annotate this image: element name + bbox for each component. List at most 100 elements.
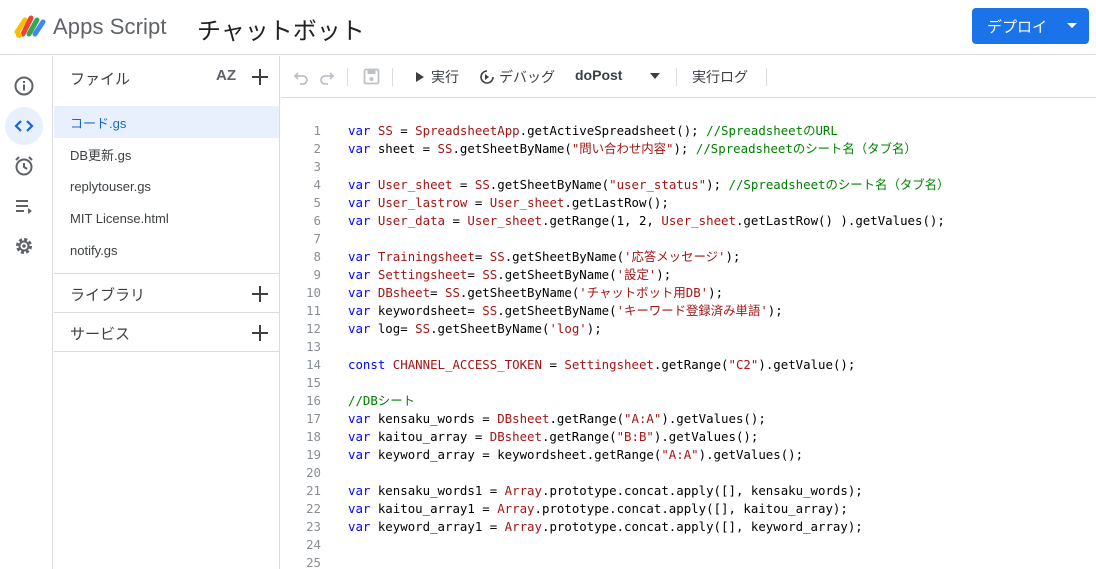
code-text[interactable]: var User_lastrow = User_sheet.getLastRow… bbox=[348, 194, 669, 212]
code-line[interactable]: 9 var Settingsheet= SS.getSheetByName('設定… bbox=[281, 266, 1096, 284]
code-line[interactable]: 12 var log= SS.getSheetByName('log'); bbox=[281, 320, 1096, 338]
line-number: 15 bbox=[306, 375, 321, 390]
run-label: 実行 bbox=[431, 69, 459, 85]
line-number: 9 bbox=[313, 267, 321, 282]
code-line[interactable]: 11 var keywordsheet= SS.getSheetByName('キ… bbox=[281, 302, 1096, 320]
code-line[interactable]: 20 bbox=[281, 464, 1096, 482]
code-text[interactable]: var kaitou_array1 = Array.prototype.conc… bbox=[348, 500, 848, 518]
code-text[interactable]: var kensaku_words1 = Array.prototype.con… bbox=[348, 482, 863, 500]
line-number: 12 bbox=[306, 321, 321, 336]
redo-icon[interactable] bbox=[319, 69, 335, 85]
line-number: 7 bbox=[313, 231, 321, 246]
code-line[interactable]: 22 var kaitou_array1 = Array.prototype.co… bbox=[281, 500, 1096, 518]
code-editor[interactable]: 1 var SS = SpreadsheetApp.getActiveSpread… bbox=[281, 99, 1096, 569]
code-line[interactable]: 17 var kensaku_words = DBsheet.getRange("… bbox=[281, 410, 1096, 428]
deploy-button[interactable]: デプロイ bbox=[972, 8, 1089, 44]
overview-button[interactable] bbox=[5, 67, 43, 105]
code-text[interactable]: var Settingsheet= SS.getSheetByName('設定'… bbox=[348, 266, 671, 284]
code-text[interactable]: var User_data = User_sheet.getRange(1, 2… bbox=[348, 212, 945, 230]
code-line[interactable]: 4 var User_sheet = SS.getSheetByName("use… bbox=[281, 176, 1096, 194]
code-line[interactable]: 14 const CHANNEL_ACCESS_TOKEN = Settingsh… bbox=[281, 356, 1096, 374]
function-select-value: doPost bbox=[575, 67, 623, 83]
code-text[interactable]: var SS = SpreadsheetApp.getActiveSpreads… bbox=[348, 122, 838, 140]
file-item[interactable]: replytouser.gs bbox=[54, 170, 279, 202]
file-item[interactable]: コード.gs bbox=[54, 106, 279, 138]
line-number: 18 bbox=[306, 429, 321, 444]
code-text[interactable]: var keyword_array = keywordsheet.getRang… bbox=[348, 446, 803, 464]
code-text[interactable]: //DBシート bbox=[348, 392, 415, 410]
code-line[interactable]: 7 bbox=[281, 230, 1096, 248]
executions-button[interactable] bbox=[5, 187, 43, 225]
add-service-icon[interactable] bbox=[250, 323, 270, 343]
code-text[interactable]: var keyword_array1 = Array.prototype.con… bbox=[348, 518, 863, 536]
code-line[interactable]: 18 var kaitou_array = DBsheet.getRange("B… bbox=[281, 428, 1096, 446]
project-title[interactable]: チャットボット bbox=[197, 11, 365, 46]
project-settings-button[interactable] bbox=[5, 227, 43, 265]
deploy-button-label: デプロイ bbox=[987, 18, 1048, 36]
line-number: 17 bbox=[306, 411, 321, 426]
code-text[interactable]: var keywordsheet= SS.getSheetByName('キーワ… bbox=[348, 302, 783, 320]
line-number: 21 bbox=[306, 483, 321, 498]
code-line[interactable]: 15 bbox=[281, 374, 1096, 392]
code-line[interactable]: 19 var keyword_array = keywordsheet.getRa… bbox=[281, 446, 1096, 464]
file-item[interactable]: MIT License.html bbox=[54, 202, 279, 234]
line-number: 3 bbox=[313, 159, 321, 174]
toolbar-divider bbox=[347, 68, 348, 86]
libraries-label: ライブラリ bbox=[70, 287, 146, 304]
save-icon[interactable] bbox=[363, 68, 380, 85]
code-line[interactable]: 10 var DBsheet= SS.getSheetByName('チャットボッ… bbox=[281, 284, 1096, 302]
run-button[interactable]: 実行 bbox=[415, 67, 459, 87]
code-line[interactable]: 23 var keyword_array1 = Array.prototype.c… bbox=[281, 518, 1096, 536]
file-item[interactable]: DB更新.gs bbox=[54, 138, 279, 170]
code-text[interactable]: var Trainingsheet= SS.getSheetByName('応答… bbox=[348, 248, 740, 266]
code-line[interactable]: 13 bbox=[281, 338, 1096, 356]
line-number: 23 bbox=[306, 519, 321, 534]
code-text[interactable]: var sheet = SS.getSheetByName("問い合わせ内容")… bbox=[348, 140, 917, 158]
libraries-section[interactable]: ライブラリ bbox=[54, 273, 280, 312]
debug-button[interactable]: デバッグ bbox=[479, 67, 555, 87]
left-rail bbox=[0, 56, 53, 569]
top-bar: Apps Script チャットボット デプロイ bbox=[0, 0, 1096, 55]
sort-az-icon[interactable]: AZ bbox=[216, 67, 236, 84]
code-line[interactable]: 3 bbox=[281, 158, 1096, 176]
services-label: サービス bbox=[70, 326, 131, 343]
triggers-button[interactable] bbox=[5, 147, 43, 185]
undo-icon[interactable] bbox=[293, 69, 309, 85]
debug-label: デバッグ bbox=[499, 69, 555, 85]
code-line[interactable]: 5 var User_lastrow = User_sheet.getLastRo… bbox=[281, 194, 1096, 212]
code-line[interactable]: 21 var kensaku_words1 = Array.prototype.c… bbox=[281, 482, 1096, 500]
chevron-down-icon bbox=[1067, 23, 1077, 28]
files-panel: ファイル AZ コード.gs DB更新.gs replytouser.gs MI… bbox=[54, 56, 280, 569]
editor-button[interactable] bbox=[5, 107, 43, 145]
line-number: 8 bbox=[313, 249, 321, 264]
code-text[interactable]: var User_sheet = SS.getSheetByName("user… bbox=[348, 176, 949, 194]
info-icon bbox=[14, 76, 34, 96]
files-title: ファイル bbox=[70, 71, 131, 88]
code-text[interactable]: var kensaku_words = DBsheet.getRange("A:… bbox=[348, 410, 766, 428]
code-line[interactable]: 6 var User_data = User_sheet.getRange(1, … bbox=[281, 212, 1096, 230]
line-number: 1 bbox=[313, 123, 321, 138]
file-item[interactable]: notify.gs bbox=[54, 234, 279, 266]
code-line[interactable]: 2 var sheet = SS.getSheetByName("問い合わせ内容"… bbox=[281, 140, 1096, 158]
code-icon bbox=[14, 120, 34, 132]
line-number: 14 bbox=[306, 357, 321, 372]
function-select[interactable]: doPost bbox=[575, 67, 665, 83]
code-text[interactable]: const CHANNEL_ACCESS_TOKEN = Settingshee… bbox=[348, 356, 855, 374]
add-file-icon[interactable] bbox=[250, 67, 270, 87]
add-library-icon[interactable] bbox=[250, 284, 270, 304]
settings-icon bbox=[16, 238, 32, 254]
code-text[interactable]: var log= SS.getSheetByName('log'); bbox=[348, 320, 602, 338]
code-line[interactable]: 16 //DBシート bbox=[281, 392, 1096, 410]
code-line[interactable]: 1 var SS = SpreadsheetApp.getActiveSpread… bbox=[281, 122, 1096, 140]
toolbar-divider bbox=[392, 68, 393, 86]
code-line[interactable]: 8 var Trainingsheet= SS.getSheetByName('応… bbox=[281, 248, 1096, 266]
execution-log-button[interactable]: 実行ログ bbox=[692, 67, 748, 87]
code-text[interactable]: var kaitou_array = DBsheet.getRange("B:B… bbox=[348, 428, 758, 446]
app-name[interactable]: Apps Script bbox=[53, 14, 167, 40]
execution-log-label: 実行ログ bbox=[692, 69, 748, 85]
code-line[interactable]: 25 bbox=[281, 554, 1096, 569]
code-line[interactable]: 24 bbox=[281, 536, 1096, 554]
toolbar-divider bbox=[766, 68, 767, 86]
code-text[interactable]: var DBsheet= SS.getSheetByName('チャットボット用… bbox=[348, 284, 723, 302]
services-section[interactable]: サービス bbox=[54, 312, 280, 351]
